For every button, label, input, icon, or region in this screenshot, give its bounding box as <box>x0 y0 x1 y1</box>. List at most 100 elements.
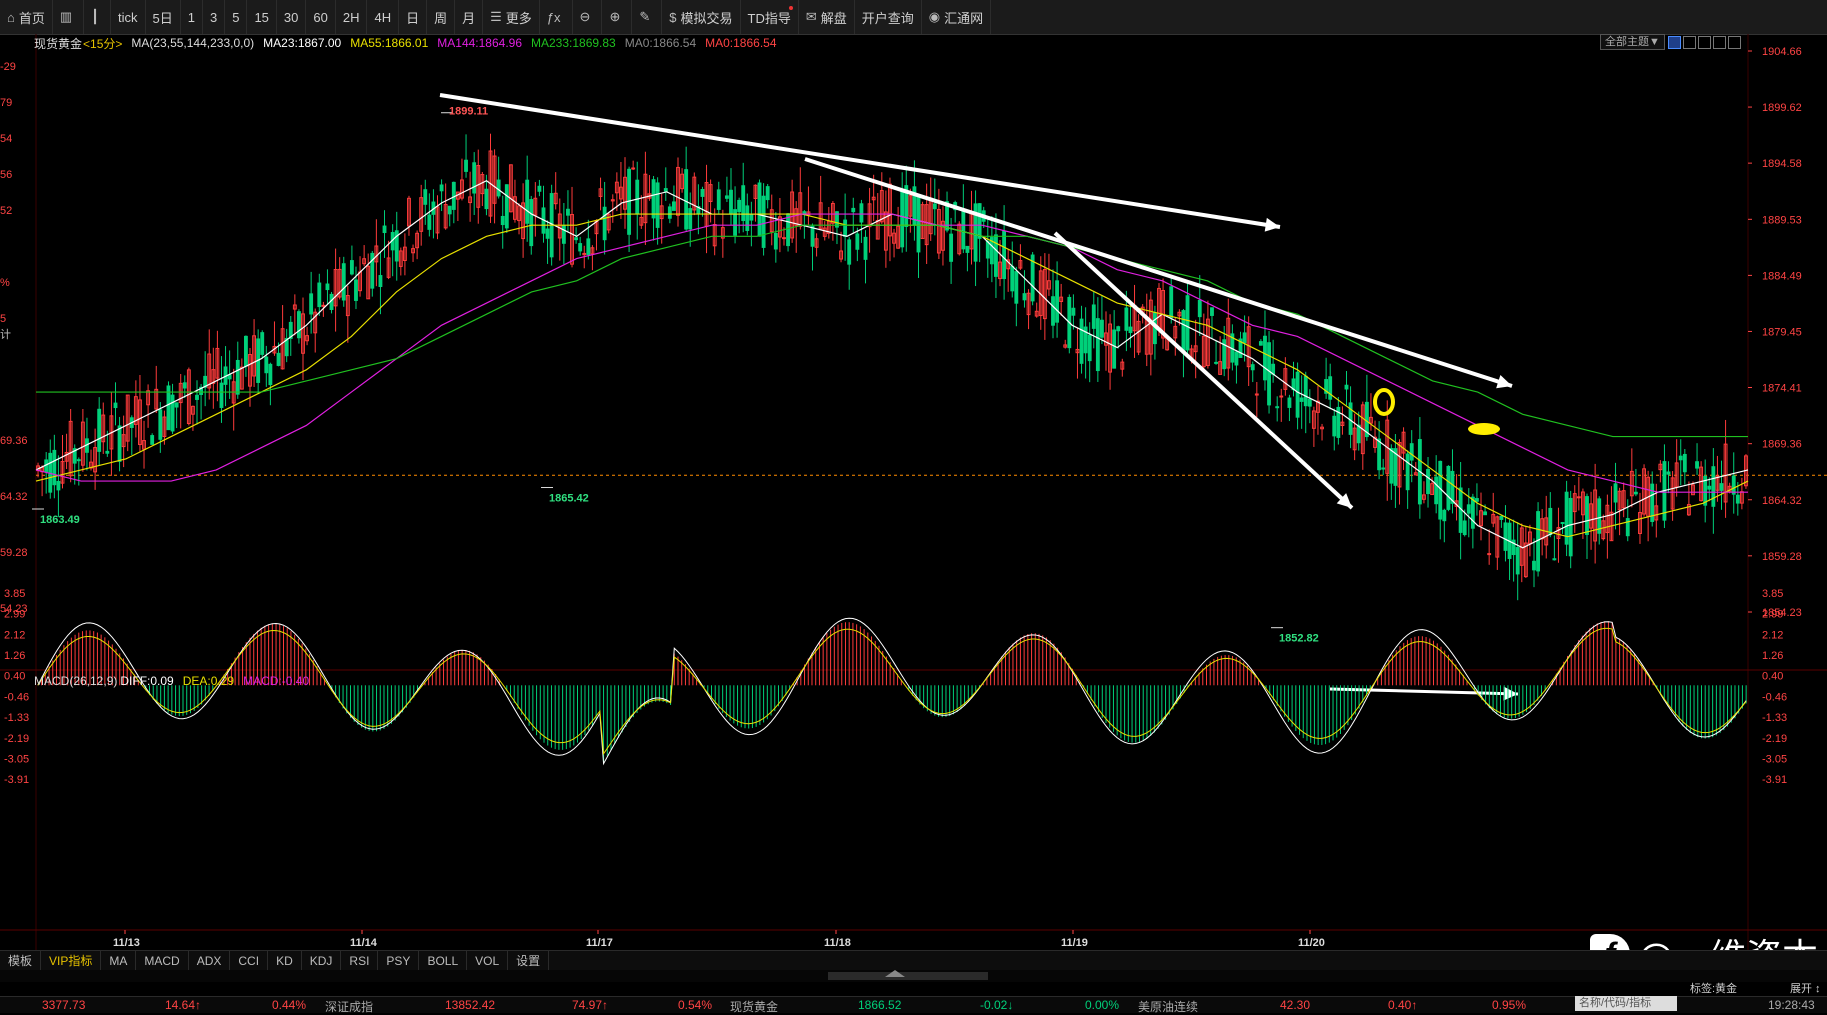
candle-body <box>1613 483 1618 503</box>
expand-button[interactable]: 展开 ↕ <box>1790 980 1821 996</box>
candle-body <box>219 382 224 408</box>
toolbar-item-9[interactable]: 30 <box>277 0 307 34</box>
toolbar-label: 解盘 <box>820 10 847 26</box>
candle-body <box>1515 547 1520 575</box>
window-icon[interactable] <box>1682 35 1696 49</box>
candle-body <box>1099 319 1104 338</box>
candle-body <box>235 359 240 395</box>
toolbar-item-21[interactable]: $ 模拟交易 <box>662 0 741 34</box>
price-tick-label: 1889.53 <box>1762 214 1802 226</box>
toolbar-item-25[interactable]: ◉ 汇通网 <box>922 0 992 34</box>
scroll-thumb[interactable] <box>828 972 988 980</box>
index2-price: 13852.42 <box>445 998 496 1012</box>
price-tick-label: 1859.28 <box>1762 551 1802 563</box>
toolbar-item-22[interactable]: TD指导 <box>741 0 799 34</box>
toolbar-item-8[interactable]: 15 <box>247 0 277 34</box>
indicator-tab-7[interactable]: KDJ <box>302 951 342 971</box>
toolbar-item-24[interactable]: 开户查询 <box>855 0 922 34</box>
ma144-value: MA144:1864.96 <box>437 36 522 50</box>
candle-body <box>439 184 444 192</box>
candle-body <box>1328 376 1333 400</box>
trend-arrow-2 <box>804 157 1513 388</box>
toolbar-item-12[interactable]: 4H <box>367 0 400 34</box>
toolbar-item-2[interactable]: ┃ <box>84 0 111 34</box>
scroll-up-icon[interactable] <box>885 970 905 977</box>
price-chart[interactable]: 1904.66 1899.62 1894.58 1889.53 1884.49 1879.… <box>0 34 1827 950</box>
close-icon[interactable] <box>1727 35 1741 49</box>
price-tick-label: 1884.49 <box>1762 270 1802 282</box>
toolbar-item-7[interactable]: 5 <box>225 0 248 34</box>
indicator-tab-2[interactable]: MA <box>101 951 137 971</box>
theme-button[interactable]: 全部主题▼ <box>1600 34 1665 50</box>
toolbar-item-1[interactable]: ▥ <box>53 0 85 34</box>
indicator-tab-6[interactable]: KD <box>268 951 302 971</box>
candle-body <box>537 185 542 192</box>
candle-body <box>994 234 998 277</box>
indicator-tab-8[interactable]: RSI <box>341 951 379 971</box>
indicator-tab-9[interactable]: PSY <box>378 951 420 971</box>
toolbar-label: 周 <box>434 10 448 26</box>
candle-body <box>427 214 432 230</box>
toolbar-item-13[interactable]: 日 <box>399 0 428 34</box>
split-icon[interactable] <box>1712 35 1726 49</box>
toolbar-item-17[interactable]: ƒx <box>540 0 573 34</box>
candle-body <box>1242 332 1247 344</box>
candle-body <box>843 219 848 237</box>
search-input[interactable]: 名称/代码/指标 <box>1575 996 1677 1011</box>
toolbar-item-23[interactable]: ✉ 解盘 <box>799 0 855 34</box>
ma-line-MA55 <box>35 213 1749 538</box>
toolbar-item-10[interactable]: 60 <box>306 0 336 34</box>
candle-body <box>1483 511 1488 516</box>
candle-body <box>447 205 452 215</box>
index2-pct: 0.54% <box>678 998 713 1012</box>
macd-info-bar: MACD(26,12,9) DIFF:0.09 DEA:0.29 MACD:-0… <box>34 672 318 690</box>
oil-pct: 0.95% <box>1492 998 1527 1012</box>
candle-body <box>1344 384 1349 390</box>
gold-name[interactable]: 现货黄金 <box>730 998 778 1015</box>
chart-scrollbar[interactable] <box>0 970 1827 982</box>
toolbar-item-6[interactable]: 3 <box>203 0 226 34</box>
macd-left-tick-label: 2.12 <box>4 629 25 641</box>
tag-label[interactable]: 标签:黄金 <box>1690 980 1737 996</box>
indicator-tab-10[interactable]: BOLL <box>419 951 468 971</box>
indicator-tab-0[interactable]: 模板 <box>0 951 42 971</box>
candle-body <box>965 245 970 253</box>
pen-icon: ✎ <box>639 9 651 24</box>
toolbar-item-3[interactable]: tick <box>111 0 146 34</box>
candle-body <box>700 188 705 197</box>
date-label: 11/18 <box>824 937 851 949</box>
candle-body <box>1210 307 1214 316</box>
toolbar-item-4[interactable]: 5日 <box>146 0 181 34</box>
index2-name[interactable]: 深证成指 <box>325 998 373 1015</box>
layout-icon[interactable] <box>1667 35 1681 49</box>
candle-body <box>1250 364 1255 371</box>
period-label[interactable]: <15分> <box>83 35 122 52</box>
toolbar-item-0[interactable]: ⌂ 首页 <box>0 0 53 34</box>
toolbar-item-14[interactable]: 周 <box>427 0 456 34</box>
indicator-tab-4[interactable]: ADX <box>189 951 231 971</box>
candle-body <box>667 206 672 219</box>
candle-body <box>1405 453 1410 491</box>
indicator-tab-1[interactable]: VIP指标 <box>41 951 102 971</box>
toolbar-item-20[interactable]: ✎ <box>632 0 663 34</box>
left-tick-label: 计 <box>0 328 11 341</box>
candle-body <box>268 363 273 386</box>
candle-body <box>1332 415 1337 437</box>
indicator-tab-12[interactable]: 设置 <box>508 951 550 971</box>
candle-icon: ┃ <box>91 9 99 24</box>
highlight-marker <box>1468 423 1500 435</box>
indicator-tab-5[interactable]: CCI <box>230 951 269 971</box>
oil-name[interactable]: 美原油连续 <box>1138 998 1198 1015</box>
toolbar-item-11[interactable]: 2H <box>336 0 368 34</box>
macd-left-tick-label: 0.40 <box>4 671 25 683</box>
candle-body <box>631 167 636 170</box>
indicator-tab-3[interactable]: MACD <box>136 951 189 971</box>
toolbar-item-19[interactable]: ⊕ <box>602 0 633 34</box>
toolbar-item-15[interactable]: 月 <box>455 0 484 34</box>
grid-icon[interactable] <box>1697 35 1711 49</box>
toolbar-item-18[interactable]: ⊖ <box>573 0 603 34</box>
toolbar-item-5[interactable]: 1 <box>181 0 203 34</box>
toolbar-item-16[interactable]: ☰ 更多 <box>483 0 540 34</box>
indicator-tab-11[interactable]: VOL <box>467 951 509 971</box>
candle-body <box>859 203 864 223</box>
